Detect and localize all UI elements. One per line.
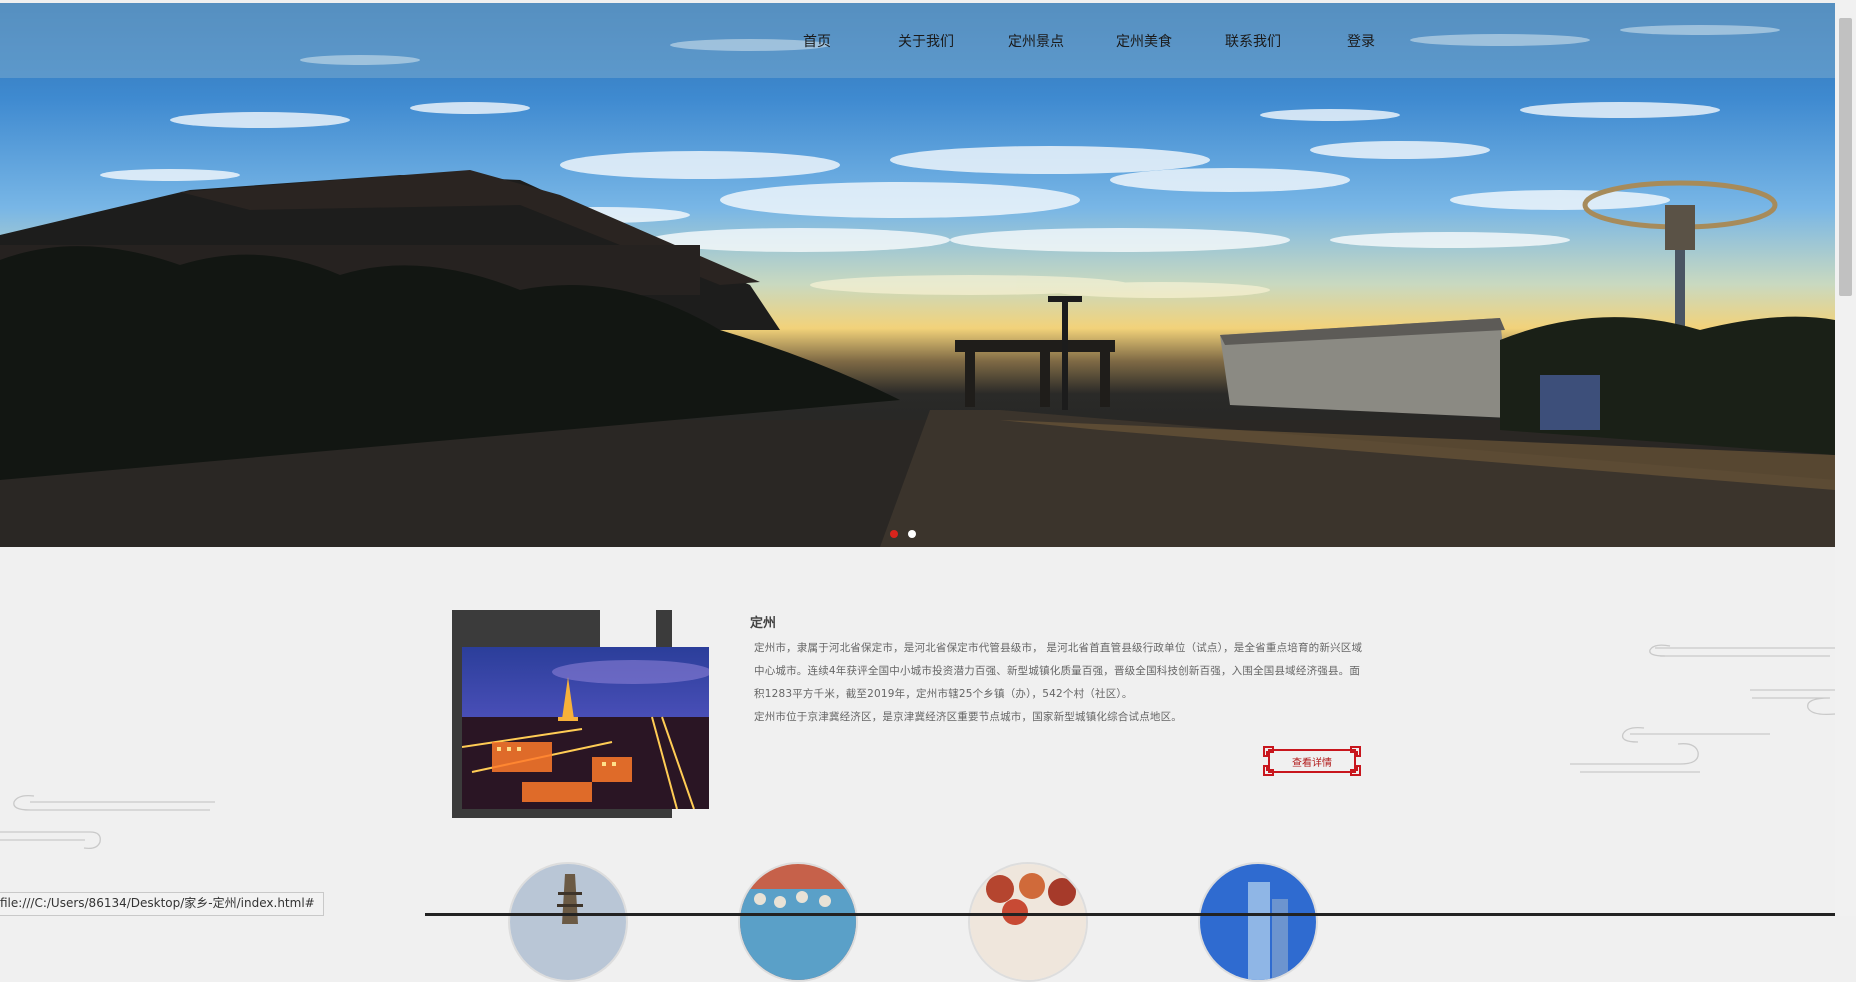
food-dishes-thumbnail[interactable] — [968, 862, 1088, 982]
top-navigation: 首页 关于我们 定州景点 定州美食 联系我们 登录 — [0, 0, 1835, 78]
cloud-decoration-left — [0, 794, 215, 850]
attraction-pagoda-thumbnail[interactable] — [508, 862, 628, 982]
browser-status-bar: file:///C:/Users/86134/Desktop/家乡-定州/ind… — [0, 892, 324, 916]
hero-city-scene — [0, 170, 1835, 547]
scrollbar-thumb[interactable] — [1839, 18, 1852, 296]
nav-food[interactable]: 定州美食 — [1116, 31, 1172, 51]
intro-title: 定州 — [750, 616, 777, 631]
attraction-festival-thumbnail[interactable] — [738, 862, 858, 982]
intro-paragraph-2: 定州市位于京津冀经济区，是京津冀经济区重要节点城市，国家新型城镇化综合试点地区。 — [754, 711, 1182, 723]
vertical-scrollbar[interactable] — [1835, 0, 1856, 916]
nav-login[interactable]: 登录 — [1347, 31, 1375, 51]
nav-attractions[interactable]: 定州景点 — [1008, 31, 1064, 51]
carousel-dot-1[interactable] — [890, 530, 898, 538]
view-details-label: 查看详情 — [1292, 758, 1332, 769]
intro-night-city-photo — [462, 647, 709, 809]
carousel-dot-2[interactable] — [908, 530, 916, 538]
contact-building-thumbnail[interactable] — [1198, 862, 1318, 982]
intro-paragraph-1: 定州市，隶属于河北省保定市，是河北省保定市代管县级市， 是河北省首直管县级行政单… — [754, 642, 1363, 700]
view-details-button[interactable]: 查看详情 — [1263, 746, 1361, 776]
cloud-decoration-right — [1570, 644, 1836, 773]
nav-contact[interactable]: 联系我们 — [1225, 31, 1281, 51]
nav-about[interactable]: 关于我们 — [898, 31, 954, 51]
intro-description: 定州市，隶属于河北省保定市，是河北省保定市代管县级市， 是河北省首直管县级行政单… — [754, 637, 1364, 729]
hero-banner: 首页 关于我们 定州景点 定州美食 联系我们 登录 — [0, 0, 1835, 547]
nav-home[interactable]: 首页 — [803, 31, 831, 51]
